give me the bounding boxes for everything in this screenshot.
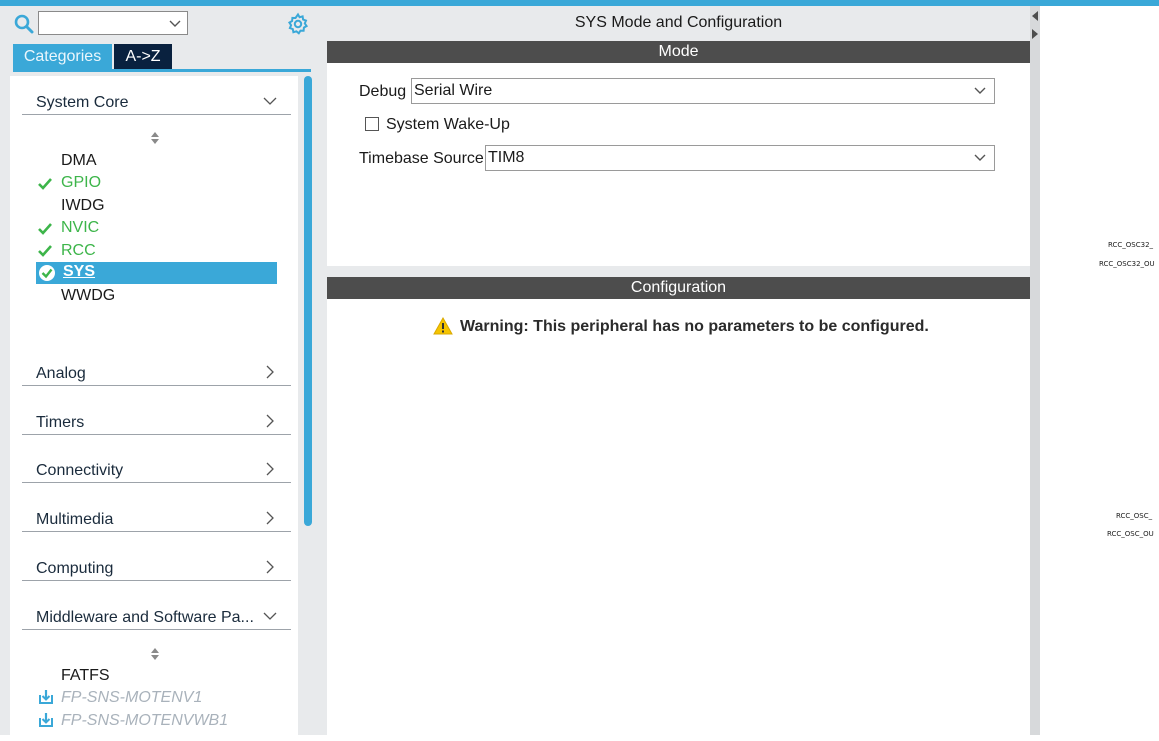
gear-icon[interactable] xyxy=(286,12,310,36)
chevron-right-icon xyxy=(266,511,274,525)
list-item-fp-sns-motenvwb1[interactable]: FP-SNS-MOTENVWB1 xyxy=(61,712,228,730)
category-connectivity[interactable]: Connectivity xyxy=(22,454,291,483)
category-tree: System Core DMA GPIO IWDG NVIC RCC SYS W… xyxy=(10,76,298,741)
chevron-down-icon xyxy=(974,154,986,161)
debug-label: Debug xyxy=(359,83,407,100)
expand-right-icon[interactable] xyxy=(1030,28,1040,40)
search-input[interactable] xyxy=(38,11,188,35)
mode-header: Mode xyxy=(327,41,1030,63)
pin-label: RCC_OSC32_OU xyxy=(1099,260,1155,268)
sort-icon[interactable] xyxy=(149,131,161,145)
category-label: Multimedia xyxy=(36,511,114,528)
warning-icon xyxy=(433,317,453,335)
chevron-down-icon xyxy=(263,612,277,620)
pin-label: RCC_OSC32_ xyxy=(1108,241,1154,249)
list-item-rcc[interactable]: RCC xyxy=(61,242,96,260)
category-system-core[interactable]: System Core xyxy=(22,86,291,115)
list-item-wwdg[interactable]: WWDG xyxy=(61,287,115,305)
chevron-right-icon xyxy=(266,365,274,379)
system-wakeup-label: System Wake-Up xyxy=(386,116,510,133)
category-label: Connectivity xyxy=(36,462,124,479)
list-item-fp-sns-motenv1[interactable]: FP-SNS-MOTENV1 xyxy=(61,689,202,707)
chevron-down-icon xyxy=(263,97,277,105)
timebase-value: TIM8 xyxy=(488,149,525,166)
panel-splitter[interactable] xyxy=(1030,6,1040,735)
timebase-select[interactable]: TIM8 xyxy=(485,145,995,171)
list-item-nvic[interactable]: NVIC xyxy=(61,219,99,237)
search-icon[interactable] xyxy=(14,14,36,34)
system-wakeup-checkbox[interactable] xyxy=(365,117,379,131)
tab-categories[interactable]: Categories xyxy=(13,44,112,69)
pinout-canvas[interactable]: RCC_OSC32_ RCC_OSC32_OU RCC_OSC_ RCC_OSC… xyxy=(1040,6,1159,735)
pin-label: RCC_OSC_OU xyxy=(1107,530,1154,538)
list-item-gpio[interactable]: GPIO xyxy=(61,174,101,192)
tab-a-to-z[interactable]: A->Z xyxy=(114,44,172,69)
check-icon xyxy=(38,245,52,257)
page-title: SYS Mode and Configuration xyxy=(574,14,783,31)
category-computing[interactable]: Computing xyxy=(22,552,291,581)
tab-underline xyxy=(13,69,311,72)
categories-panel: Categories A->Z System Core DMA GPIO IWD… xyxy=(0,6,320,741)
chevron-down-icon[interactable] xyxy=(169,17,181,29)
category-label: System Core xyxy=(36,94,129,111)
category-label: Analog xyxy=(36,365,86,382)
list-item-sys[interactable]: SYS xyxy=(36,262,277,284)
category-timers[interactable]: Timers xyxy=(22,406,291,435)
category-label: Middleware and Software Pa... xyxy=(36,609,254,626)
download-pack-icon xyxy=(39,713,53,727)
timebase-label: Timebase Source xyxy=(359,150,484,167)
sort-icon[interactable] xyxy=(149,647,161,661)
list-item-dma[interactable]: DMA xyxy=(61,152,97,170)
list-item-label: SYS xyxy=(63,263,96,280)
collapse-left-icon[interactable] xyxy=(1030,10,1040,22)
vertical-scrollbar[interactable] xyxy=(304,76,312,526)
category-middleware[interactable]: Middleware and Software Pa... xyxy=(22,601,291,630)
mode-configuration-panel: SYS Mode and Configuration Mode Debug Se… xyxy=(320,6,1040,735)
configuration-section: Configuration Warning: This peripheral h… xyxy=(327,277,1030,735)
check-icon xyxy=(38,223,52,235)
mode-section: Mode Debug Serial Wire System Wake-Up Ti… xyxy=(327,41,1030,266)
check-icon xyxy=(38,178,52,190)
list-item-fatfs[interactable]: FATFS xyxy=(61,667,110,685)
chevron-right-icon xyxy=(266,414,274,428)
category-multimedia[interactable]: Multimedia xyxy=(22,503,291,532)
debug-select[interactable]: Serial Wire xyxy=(411,78,995,104)
chevron-right-icon xyxy=(266,560,274,574)
pin-label: RCC_OSC_ xyxy=(1116,512,1153,520)
category-analog[interactable]: Analog xyxy=(22,357,291,386)
warning-message: Warning: This peripheral has no paramete… xyxy=(460,318,929,335)
category-label: Computing xyxy=(36,560,114,577)
chevron-right-icon xyxy=(266,462,274,476)
category-label: Timers xyxy=(36,414,85,431)
chevron-down-icon xyxy=(974,87,986,94)
configuration-header: Configuration xyxy=(327,277,1030,299)
download-pack-icon xyxy=(39,690,53,704)
debug-value: Serial Wire xyxy=(414,82,493,99)
check-circle-icon xyxy=(39,265,55,281)
list-item-iwdg[interactable]: IWDG xyxy=(61,197,105,215)
